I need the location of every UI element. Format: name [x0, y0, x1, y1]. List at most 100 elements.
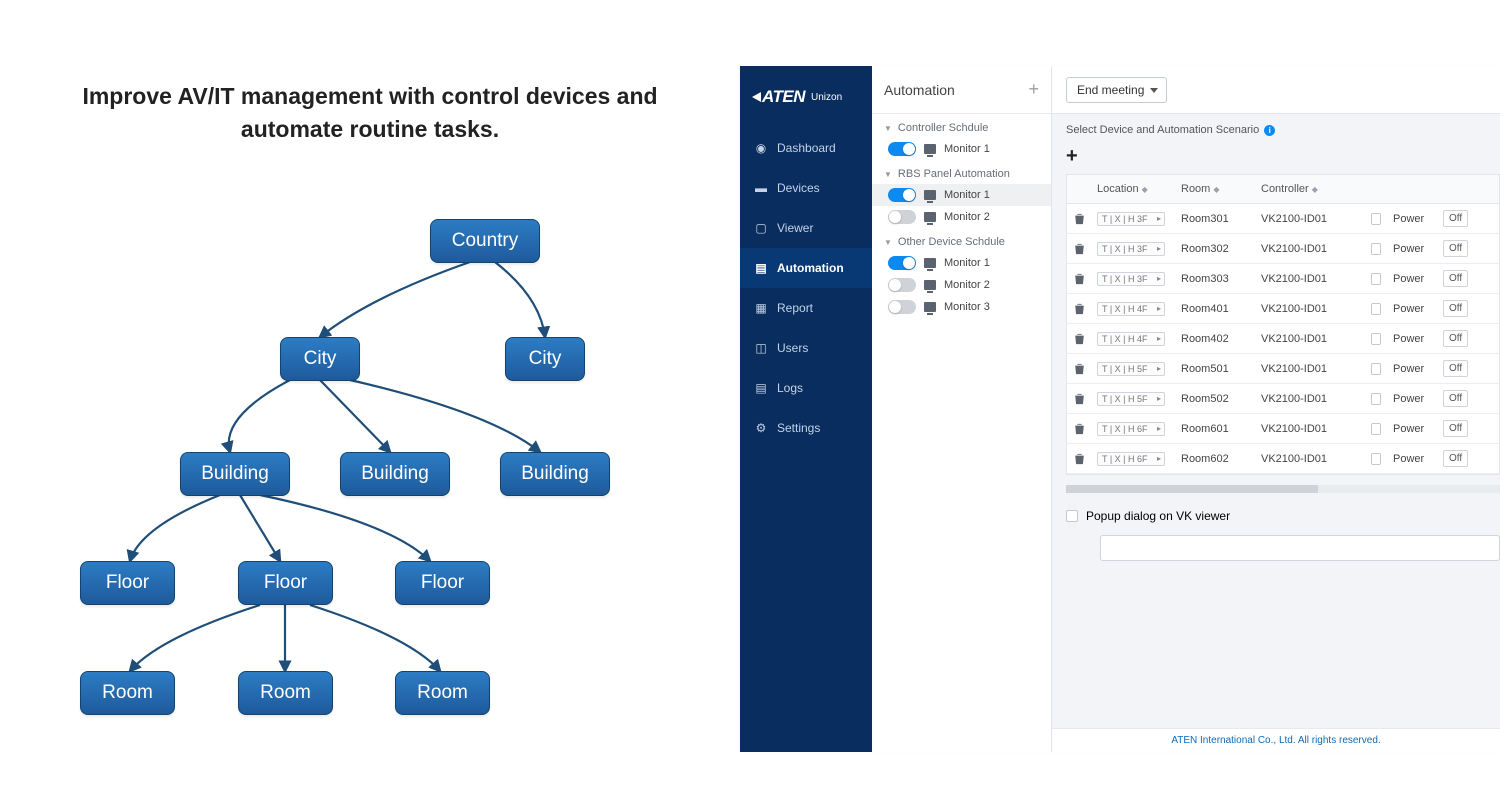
location-chip[interactable]: T | X | H 4F — [1097, 332, 1165, 346]
row-checkbox[interactable] — [1371, 273, 1381, 285]
section-header[interactable]: ▼Other Device Schdule — [872, 228, 1051, 252]
nav-settings[interactable]: ⚙Settings — [740, 408, 872, 448]
horizontal-scrollbar[interactable] — [1066, 485, 1500, 493]
topbar: End meeting — [1052, 66, 1500, 114]
row-checkbox[interactable] — [1371, 393, 1381, 405]
sort-icon[interactable]: ◆ — [1213, 185, 1219, 194]
toggle[interactable] — [888, 278, 916, 292]
trash-icon[interactable] — [1074, 333, 1085, 345]
trash-icon[interactable] — [1074, 213, 1085, 225]
node-city: City — [505, 337, 585, 381]
monitor-item[interactable]: Monitor 2 — [872, 206, 1051, 228]
sort-icon[interactable]: ◆ — [1142, 185, 1148, 194]
nav-icon: ⚙ — [754, 421, 768, 435]
nav-devices[interactable]: ▬Devices — [740, 168, 872, 208]
off-button[interactable]: Off — [1443, 240, 1468, 257]
nav-icon: ▤ — [754, 261, 768, 275]
node-country: Country — [430, 219, 540, 263]
monitor-item[interactable]: Monitor 2 — [872, 274, 1051, 296]
controller-cell: VK2100-ID01 — [1255, 357, 1365, 381]
power-cell: Power — [1387, 267, 1437, 291]
off-button[interactable]: Off — [1443, 360, 1468, 377]
section-header[interactable]: ▼RBS Panel Automation — [872, 160, 1051, 184]
nav-logs[interactable]: ▤Logs — [740, 368, 872, 408]
scenario-dropdown[interactable]: End meeting — [1066, 77, 1167, 103]
main-area: End meeting Select Device and Automation… — [1052, 66, 1500, 752]
location-chip[interactable]: T | X | H 6F — [1097, 422, 1165, 436]
location-chip[interactable]: T | X | H 5F — [1097, 362, 1165, 376]
add-row-button[interactable]: + — [1066, 146, 1086, 166]
nav-icon: ◫ — [754, 341, 768, 355]
controller-cell: VK2100-ID01 — [1255, 447, 1365, 471]
node-building: Building — [500, 452, 610, 496]
row-checkbox[interactable] — [1371, 213, 1381, 225]
popup-text-input[interactable] — [1100, 535, 1500, 561]
row-checkbox[interactable] — [1371, 303, 1381, 315]
controller-cell: VK2100-ID01 — [1255, 297, 1365, 321]
panel-label: Select Device and Automation Scenario — [1066, 124, 1259, 136]
row-checkbox[interactable] — [1371, 333, 1381, 345]
off-button[interactable]: Off — [1443, 420, 1468, 437]
nav-icon: ▦ — [754, 301, 768, 315]
power-cell: Power — [1387, 327, 1437, 351]
chevron-down-icon: ▼ — [884, 238, 892, 247]
room-cell: Room502 — [1175, 387, 1255, 411]
toggle[interactable] — [888, 210, 916, 224]
trash-icon[interactable] — [1074, 273, 1085, 285]
location-chip[interactable]: T | X | H 3F — [1097, 242, 1165, 256]
nav-report[interactable]: ▦Report — [740, 288, 872, 328]
device-table: Location◆ Room◆ Controller◆ T | X | H 3F… — [1066, 174, 1500, 475]
brand-product: Unizon — [811, 92, 842, 103]
monitor-item[interactable]: Monitor 3 — [872, 296, 1051, 318]
trash-icon[interactable] — [1074, 243, 1085, 255]
footer: ATEN International Co., Ltd. All rights … — [1052, 728, 1500, 752]
toggle[interactable] — [888, 256, 916, 270]
trash-icon[interactable] — [1074, 393, 1085, 405]
power-cell: Power — [1387, 237, 1437, 261]
monitor-item[interactable]: Monitor 1 — [872, 138, 1051, 160]
row-checkbox[interactable] — [1371, 243, 1381, 255]
table-row: T | X | H 3FRoom301VK2100-ID01PowerOff — [1067, 204, 1499, 234]
toggle[interactable] — [888, 142, 916, 156]
node-floor: Floor — [80, 561, 175, 605]
nav-users[interactable]: ◫Users — [740, 328, 872, 368]
location-chip[interactable]: T | X | H 3F — [1097, 272, 1165, 286]
nav-icon: ◉ — [754, 141, 768, 155]
nav-dashboard[interactable]: ◉Dashboard — [740, 128, 872, 168]
monitor-item[interactable]: Monitor 1 — [872, 184, 1051, 206]
section-header[interactable]: ▼Controller Schdule — [872, 114, 1051, 138]
trash-icon[interactable] — [1074, 423, 1085, 435]
row-checkbox[interactable] — [1371, 423, 1381, 435]
location-chip[interactable]: T | X | H 4F — [1097, 302, 1165, 316]
off-button[interactable]: Off — [1443, 210, 1468, 227]
toggle[interactable] — [888, 188, 916, 202]
off-button[interactable]: Off — [1443, 330, 1468, 347]
location-chip[interactable]: T | X | H 6F — [1097, 452, 1165, 466]
add-automation-button[interactable]: + — [1028, 79, 1039, 100]
location-chip[interactable]: T | X | H 3F — [1097, 212, 1165, 226]
brand-logo: ATEN — [752, 87, 805, 107]
node-floor: Floor — [395, 561, 490, 605]
off-button[interactable]: Off — [1443, 270, 1468, 287]
location-chip[interactable]: T | X | H 5F — [1097, 392, 1165, 406]
row-checkbox[interactable] — [1371, 363, 1381, 375]
off-button[interactable]: Off — [1443, 300, 1468, 317]
brand: ATEN Unizon — [740, 66, 872, 128]
controller-cell: VK2100-ID01 — [1255, 417, 1365, 441]
trash-icon[interactable] — [1074, 453, 1085, 465]
trash-icon[interactable] — [1074, 303, 1085, 315]
nav-automation[interactable]: ▤Automation — [740, 248, 872, 288]
popup-checkbox[interactable] — [1066, 510, 1078, 522]
off-button[interactable]: Off — [1443, 390, 1468, 407]
sort-icon[interactable]: ◆ — [1312, 185, 1318, 194]
node-room: Room — [238, 671, 333, 715]
device-icon — [924, 144, 936, 154]
off-button[interactable]: Off — [1443, 450, 1468, 467]
popup-label: Popup dialog on VK viewer — [1086, 509, 1230, 523]
trash-icon[interactable] — [1074, 363, 1085, 375]
toggle[interactable] — [888, 300, 916, 314]
info-icon[interactable]: i — [1264, 125, 1275, 136]
row-checkbox[interactable] — [1371, 453, 1381, 465]
monitor-item[interactable]: Monitor 1 — [872, 252, 1051, 274]
nav-viewer[interactable]: ▢Viewer — [740, 208, 872, 248]
